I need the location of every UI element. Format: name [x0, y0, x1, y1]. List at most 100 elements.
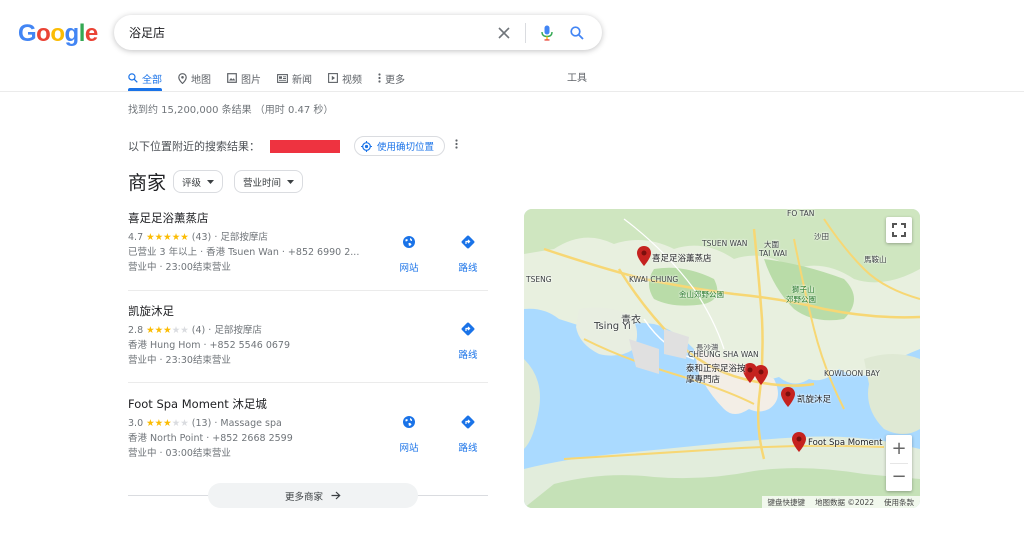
map-label: 馬鞍山 — [864, 255, 887, 264]
logo-letter: e — [84, 20, 98, 47]
business-hours: 营业中 · 03:00结束营业 — [128, 448, 231, 459]
chip-label: 营业时间 — [243, 177, 282, 189]
tab-label: 更多 — [385, 74, 405, 86]
directions-label: 路线 — [458, 443, 478, 454]
map-pin-icon[interactable] — [781, 387, 795, 407]
zoom-in-button[interactable]: + — [886, 435, 912, 463]
directions-button[interactable]: 路线 — [448, 410, 488, 454]
directions-icon — [456, 317, 480, 341]
globe-icon — [397, 230, 421, 254]
website-label: 网站 — [399, 443, 419, 454]
map-pin-icon[interactable] — [637, 246, 651, 266]
tab-label: 视频 — [342, 74, 362, 86]
more-vert-icon — [378, 73, 381, 83]
business-name[interactable]: 凯旋沐足 — [128, 303, 488, 319]
microphone-icon[interactable] — [538, 24, 556, 42]
tab-label: 新闻 — [292, 74, 312, 86]
directions-button[interactable]: 路线 — [448, 317, 488, 361]
rating-value: 3.0 — [128, 418, 144, 429]
search-input[interactable]: 浴足店 — [129, 24, 495, 41]
tab-label: 地图 — [191, 74, 211, 86]
chip-label: 评级 — [182, 177, 202, 189]
fullscreen-button[interactable] — [886, 217, 912, 243]
business-category: · 足部按摩店 — [214, 232, 268, 243]
more-options-icon[interactable] — [455, 138, 458, 152]
website-label: 网站 — [399, 263, 419, 274]
website-button[interactable]: 网站 — [389, 230, 429, 274]
fullscreen-icon — [892, 223, 906, 237]
tab-news[interactable]: 新闻 — [277, 67, 312, 89]
map-label: 郊野公園 — [786, 295, 816, 304]
globe-icon — [397, 410, 421, 434]
terms-link[interactable]: 使用条款 — [884, 497, 914, 508]
tab-all[interactable]: 全部 — [128, 67, 162, 91]
caret-down-icon — [287, 179, 295, 184]
keyboard-shortcuts-link[interactable]: 键盘快捷键 — [768, 497, 806, 508]
map-label: Tsing Yi — [594, 321, 631, 332]
business-details: 香港 Hung Hom · +852 5546 0679 — [128, 340, 291, 351]
search-tabs: 全部 地图 图片 新闻 视频 更多 — [128, 67, 405, 91]
business-rating-line: 4.7 ★★★★★ (43) · 足部按摩店 — [128, 230, 488, 245]
tab-videos[interactable]: 视频 — [328, 67, 362, 89]
logo-letter: G — [18, 20, 37, 47]
google-logo[interactable]: Google — [18, 20, 98, 48]
directions-button[interactable]: 路线 — [448, 230, 488, 274]
business-name[interactable]: Foot Spa Moment 沐足城 — [128, 396, 488, 412]
star-rating: ★★★★★ — [146, 232, 189, 243]
location-prefix: 以下位置附近的搜索结果： — [128, 140, 260, 153]
arrow-right-icon — [331, 491, 341, 500]
caret-down-icon — [207, 179, 215, 184]
website-button[interactable]: 网站 — [389, 410, 429, 454]
map-view[interactable]: KWAI CHUNG 青衣 Tsing Yi 金山郊野公園 獅子山 郊野公園 大… — [524, 209, 920, 508]
pin-label: 凯旋沐足 — [797, 395, 832, 405]
precise-label: 使用确切位置 — [377, 142, 435, 153]
businesses-title: 商家 — [128, 172, 167, 194]
hours-filter-chip[interactable]: 营业时间 — [234, 170, 304, 193]
logo-letter: g — [64, 20, 80, 47]
directions-label: 路线 — [458, 350, 478, 361]
search-icon — [128, 73, 138, 83]
map-attribution: 键盘快捷键 地图数据 ©2022 使用条款 — [761, 496, 920, 508]
tab-label: 全部 — [142, 74, 162, 86]
map-pin-icon[interactable] — [754, 365, 768, 385]
review-count: (13) — [191, 418, 212, 429]
image-icon — [227, 73, 237, 83]
search-icon[interactable] — [568, 24, 586, 42]
video-icon — [328, 73, 338, 83]
business-listing[interactable]: Foot Spa Moment 沐足城 3.0 ★★★★★ (13) · Mas… — [128, 396, 488, 461]
review-count: (43) — [191, 232, 212, 243]
business-listing[interactable]: 喜足足浴薰蒸店 4.7 ★★★★★ (43) · 足部按摩店 已营业 3 年以上… — [128, 210, 488, 275]
tab-images[interactable]: 图片 — [227, 67, 261, 89]
map-label: FO TAN — [787, 209, 815, 218]
pin-label: 泰和正宗足浴按摩專門店 — [686, 364, 746, 385]
business-name[interactable]: 喜足足浴薰蒸店 — [128, 210, 488, 226]
tools-button[interactable]: 工具 — [567, 69, 587, 84]
tab-more[interactable]: 更多 — [378, 67, 405, 89]
tab-label: 图片 — [241, 74, 261, 86]
clear-icon[interactable] — [495, 24, 513, 42]
business-listing[interactable]: 凯旋沐足 2.8 ★★★★★ (4) · 足部按摩店 香港 Hung Hom ·… — [128, 303, 488, 368]
business-hours: 营业中 · 23:30结束营业 — [128, 355, 231, 366]
business-category: · 足部按摩店 — [208, 325, 262, 336]
search-box[interactable]: 浴足店 — [114, 15, 602, 50]
rating-value: 2.8 — [128, 325, 144, 336]
map-pin-icon[interactable] — [792, 432, 806, 452]
more-businesses-button[interactable]: 更多商家 — [208, 483, 418, 508]
use-precise-location-button[interactable]: 使用确切位置 — [354, 136, 446, 156]
review-count: (4) — [191, 325, 206, 336]
directions-icon — [456, 230, 480, 254]
map-label: KOWLOON BAY — [824, 369, 880, 378]
star-rating: ★★★★★ — [146, 418, 189, 429]
directions-label: 路线 — [458, 263, 478, 274]
tab-maps[interactable]: 地图 — [178, 67, 211, 89]
rating-value: 4.7 — [128, 232, 144, 243]
directions-icon — [456, 410, 480, 434]
zoom-out-button[interactable]: − — [886, 464, 912, 492]
rating-filter-chip[interactable]: 评级 — [173, 170, 224, 193]
zoom-controls: + − — [886, 435, 912, 491]
business-details: 香港 North Point · +852 2668 2599 — [128, 433, 293, 444]
business-rating-line: 3.0 ★★★★★ (13) · Massage spa — [128, 416, 488, 431]
business-hours: 营业中 · 23:00结束营业 — [128, 262, 231, 273]
map-label: 金山郊野公園 — [679, 290, 724, 299]
redacted-location — [270, 139, 340, 153]
